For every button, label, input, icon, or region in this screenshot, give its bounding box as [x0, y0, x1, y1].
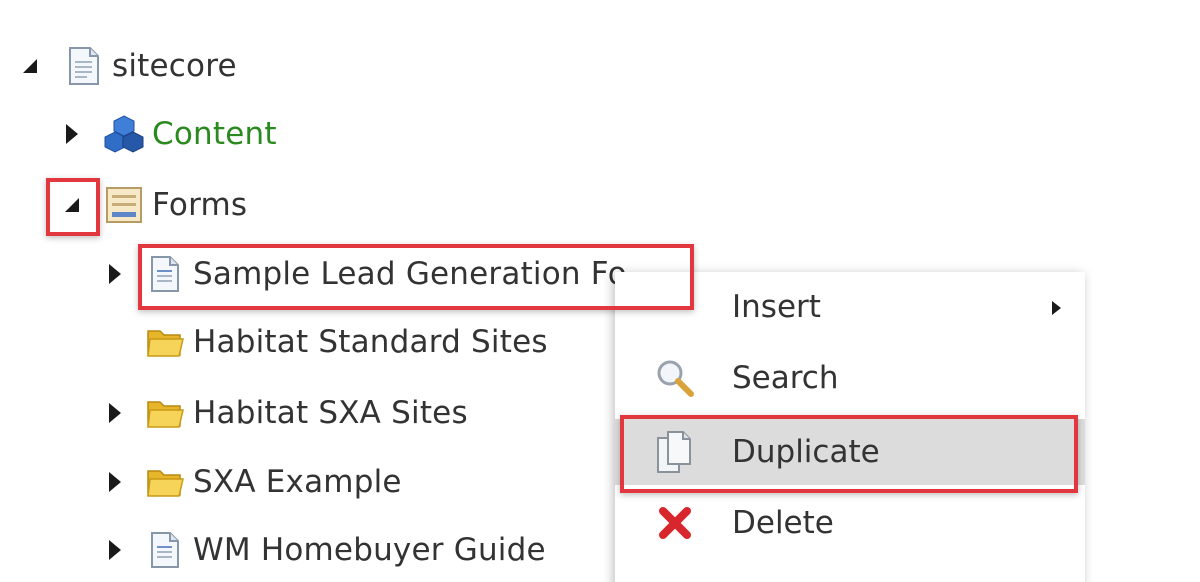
- menu-item-insert[interactable]: Insert: [615, 274, 1085, 340]
- no-toggle-spacer: [103, 330, 127, 354]
- menu-item-duplicate[interactable]: Duplicate: [615, 419, 1085, 485]
- collapse-triangle-icon[interactable]: [18, 54, 42, 78]
- menu-item-label: Duplicate: [732, 434, 880, 470]
- tree-node-forms[interactable]: Forms: [60, 175, 247, 235]
- tree-node-label: SXA Example: [193, 464, 402, 500]
- form-doc-icon: [145, 530, 185, 570]
- tree-node-sitecore[interactable]: sitecore: [18, 36, 237, 96]
- submenu-arrow-icon: [1049, 298, 1063, 322]
- expand-triangle-icon[interactable]: [103, 401, 127, 425]
- magnifier-icon: [645, 348, 705, 408]
- content-tree-screenshot: sitecore Content Forms Sample Lead Gener…: [0, 0, 1200, 582]
- tree-node-sxa-example[interactable]: SXA Example: [103, 452, 402, 512]
- tree-node-label: WM Homebuyer Guide: [193, 532, 546, 568]
- cubes-icon: [104, 114, 144, 154]
- duplicate-icon: [645, 422, 705, 482]
- expand-triangle-icon[interactable]: [103, 538, 127, 562]
- expand-triangle-icon[interactable]: [103, 262, 127, 286]
- tree-node-label: Habitat Standard Sites: [193, 324, 548, 360]
- tree-node-sample-lead-generation-form[interactable]: Sample Lead Generation Fo…: [103, 244, 658, 304]
- folder-icon: [145, 393, 185, 433]
- delete-x-icon: [645, 493, 705, 553]
- page-icon: [64, 46, 104, 86]
- tree-node-content[interactable]: Content: [60, 104, 277, 164]
- context-menu: Insert Search Duplicate Delete: [615, 272, 1085, 582]
- expand-triangle-icon[interactable]: [103, 470, 127, 494]
- menu-item-label: Insert: [732, 289, 821, 325]
- collapse-triangle-icon[interactable]: [60, 193, 84, 217]
- form-doc-icon: [145, 254, 185, 294]
- menu-item-delete[interactable]: Delete: [615, 490, 1085, 556]
- folder-icon: [145, 462, 185, 502]
- tree-node-label: Forms: [152, 187, 248, 223]
- tree-node-habitat-sxa-sites[interactable]: Habitat SXA Sites: [103, 383, 468, 443]
- tree-node-label: sitecore: [112, 48, 237, 84]
- tree-node-wm-homebuyer-guide[interactable]: WM Homebuyer Guide: [103, 520, 546, 580]
- tree-node-label: Content: [152, 116, 277, 152]
- tree-node-habitat-standard-sites[interactable]: Habitat Standard Sites: [103, 312, 548, 372]
- menu-item-label: Search: [732, 360, 839, 396]
- menu-item-search[interactable]: Search: [615, 345, 1085, 411]
- folder-icon: [145, 322, 185, 362]
- blank-icon: [645, 277, 705, 337]
- tree-node-label: Habitat SXA Sites: [193, 395, 468, 431]
- tree-node-label: Sample Lead Generation Fo…: [193, 256, 659, 292]
- expand-triangle-icon[interactable]: [60, 122, 84, 146]
- forms-icon: [104, 185, 144, 225]
- menu-item-label: Delete: [732, 505, 834, 541]
